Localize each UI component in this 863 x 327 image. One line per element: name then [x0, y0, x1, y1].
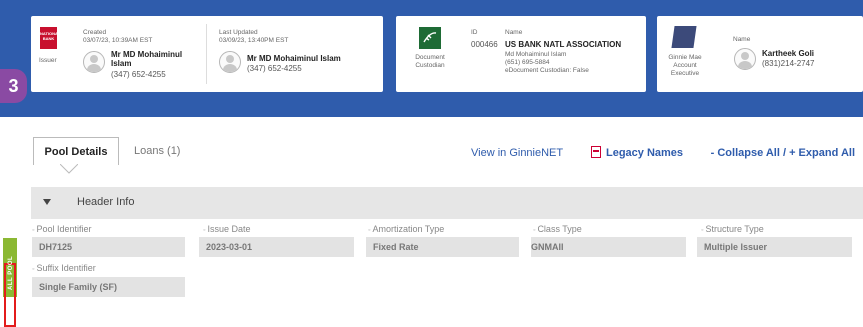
legacy-names-label: Legacy Names — [606, 147, 684, 159]
header-info-title: Header Info — [77, 196, 135, 208]
tab-loans[interactable]: Loans (1) — [134, 145, 180, 157]
updated-label: Last Updated — [219, 29, 258, 36]
ae-avatar — [734, 48, 756, 70]
custodian-contact: Md Mohaiminul Islam — [505, 51, 567, 58]
created-name: Mr MD Mohaiminul Islam — [111, 50, 183, 68]
pdf-icon — [591, 146, 601, 158]
all-pool-side-tab[interactable]: ALL POOL — [0, 230, 22, 327]
created-avatar — [83, 51, 105, 73]
amortization-type-label: Amortization Type — [368, 224, 444, 234]
ae-phone: (831)214-2747 — [762, 59, 815, 68]
tab-pointer-icon — [60, 164, 78, 174]
ae-name: Kartheek Goli — [762, 49, 815, 58]
ae-name-label: Name — [733, 36, 751, 43]
custodian-name-label: Name — [505, 29, 523, 36]
amortization-type-field: Fixed Rate — [366, 237, 519, 257]
tab-pool-details[interactable]: Pool Details — [33, 137, 119, 165]
caret-down-icon[interactable] — [43, 199, 51, 205]
custodian-id-label: ID — [471, 29, 478, 36]
legacy-names-link[interactable]: Legacy Names — [591, 146, 683, 159]
custodian-logo — [419, 27, 441, 49]
structure-type-field: Multiple Issuer — [697, 237, 852, 257]
bank-logo-text: NATIONAL BANK — [40, 31, 61, 41]
pool-identifier-field: DH7125 — [32, 237, 185, 257]
issue-date-label: Issue Date — [203, 224, 250, 234]
issuer-label: Issuer — [39, 57, 57, 64]
class-type-field: GNMAII — [531, 237, 686, 257]
class-type-label: Class Type — [533, 224, 581, 234]
side-tab-label: ALL POOL — [8, 255, 14, 290]
updated-value: 03/09/23, 13:40PM EST — [219, 37, 289, 44]
view-in-ginnienet-link[interactable]: View in GinnieNET — [471, 147, 563, 159]
structure-type-label: Structure Type — [701, 224, 763, 234]
custodian-ecustodian: eDocument Custodian: False — [505, 67, 589, 74]
created-label: Created — [83, 29, 107, 36]
step-badge: 3 — [0, 69, 27, 103]
collapse-expand-all[interactable]: - Collapse All / + Expand All — [711, 147, 855, 159]
updated-name: Mr MD Mohaiminul Islam — [247, 54, 341, 63]
custodian-id: 000466 — [471, 40, 498, 49]
issuer-card: NATIONAL BANK Issuer Created 03/07/23, 1… — [31, 16, 383, 92]
custodian-card: Document Custodian ID 000466 Name US BAN… — [396, 16, 646, 92]
updated-avatar — [219, 51, 241, 73]
updated-phone: (347) 652-4255 — [247, 64, 302, 73]
ae-logo — [671, 26, 697, 48]
tab-bar: Pool Details Loans (1) View in GinnieNET… — [0, 133, 863, 174]
created-value: 03/07/23, 10:39AM EST — [83, 37, 153, 44]
issue-date-field: 2023-03-01 — [199, 237, 354, 257]
custodian-name: US BANK NATL ASSOCIATION — [505, 40, 622, 49]
custodian-phone: (651) 695-5884 — [505, 59, 550, 66]
bank-logo: NATIONAL BANK — [40, 27, 61, 49]
custodian-label: Document Custodian — [415, 54, 445, 69]
ae-label: Ginnie Mae Account Executive — [668, 54, 702, 77]
account-executive-card: Ginnie Mae Account Executive Name Karthe… — [657, 16, 863, 92]
suffix-identifier-label: Suffix Identifier — [32, 263, 95, 273]
pool-identifier-label: Pool Identifier — [32, 224, 91, 234]
header-info-section[interactable]: Header Info — [31, 187, 863, 219]
created-phone: (347) 652-4255 — [111, 70, 166, 79]
suffix-identifier-field: Single Family (SF) — [32, 277, 185, 297]
top-banner: NATIONAL BANK Issuer Created 03/07/23, 1… — [0, 0, 863, 117]
card-divider — [206, 24, 207, 84]
